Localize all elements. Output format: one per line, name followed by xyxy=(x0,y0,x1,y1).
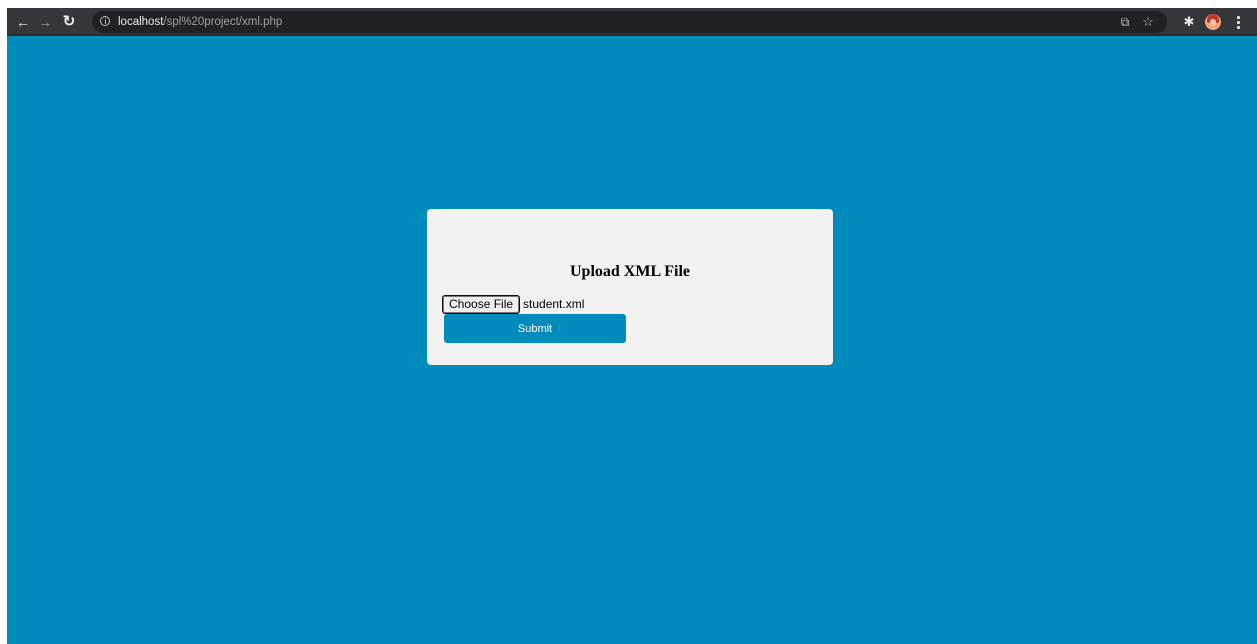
file-input[interactable]: Choose File student.xml xyxy=(441,294,585,314)
avatar-face xyxy=(1210,19,1216,26)
avatar[interactable] xyxy=(1205,14,1221,30)
url-text[interactable]: localhost/spl%20project/xml.php xyxy=(118,11,282,33)
info-icon[interactable] xyxy=(100,16,110,26)
url-host: localhost xyxy=(118,16,164,28)
screen-top-margin xyxy=(0,0,1257,8)
choose-file-button[interactable]: Choose File xyxy=(441,294,521,314)
back-icon[interactable]: ← xyxy=(13,12,33,32)
address-bar[interactable]: localhost/spl%20project/xml.php ⧉ ☆ xyxy=(92,11,1167,33)
url-path: /spl%20project/xml.php xyxy=(163,16,283,28)
forward-icon[interactable]: → xyxy=(35,12,55,32)
share-icon[interactable]: ⧉ xyxy=(1116,13,1134,31)
puzzle-icon[interactable]: ✱ xyxy=(1179,12,1199,32)
submit-button[interactable]: Submit xyxy=(444,314,626,343)
kebab-menu-icon[interactable] xyxy=(1228,12,1248,32)
page-title: Upload XML File xyxy=(569,263,690,280)
selected-file-name: student.xml xyxy=(523,297,585,311)
reload-icon[interactable]: ↻ xyxy=(59,12,79,32)
browser-window: ← → ↻ localhost/spl%20project/xml.php ⧉ … xyxy=(7,8,1257,644)
upload-card: Upload XML File Choose File student.xml … xyxy=(427,209,833,365)
browser-toolbar: ← → ↻ localhost/spl%20project/xml.php ⧉ … xyxy=(7,8,1257,36)
star-icon[interactable]: ☆ xyxy=(1139,13,1157,31)
